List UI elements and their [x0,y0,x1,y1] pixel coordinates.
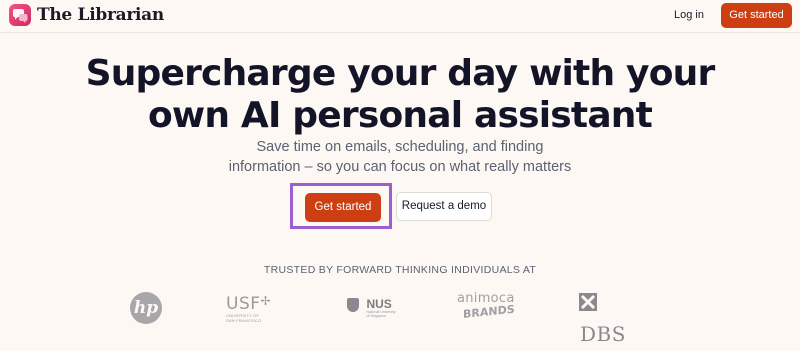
nav-get-started-button[interactable]: Get started [721,3,792,28]
usf-logo-line-2: SAN FRANCISCO [226,318,262,323]
dbs-logo: DBS [578,292,650,346]
get-started-button[interactable]: Get started [305,193,381,222]
nus-logo-line-2: of Singapore [366,314,387,318]
nus-logo-text: NUS National University of Singapore [366,298,395,318]
hero-title-line-1: Supercharge your day with your [85,53,716,94]
crest-icon [347,298,359,312]
hero-subtitle-line-1: Save time on emails, scheduling, and fin… [256,139,544,155]
hp-logo: hp [130,292,164,326]
usf-logo-mark: USF✢ [226,292,286,313]
hero-title: Supercharge your day with your own AI pe… [0,53,800,137]
dbs-star-icon [578,292,598,317]
animoca-brands-logo: animoca BRANDS [457,292,521,326]
dbs-logo-mark: DBS [580,322,626,346]
top-nav: The Librarian Log in Get started [0,0,800,33]
nus-logo: NUS National University of Singapore [347,292,417,326]
hero-subtitle: Save time on emails, scheduling, and fin… [0,137,800,177]
brand[interactable]: The Librarian [9,4,164,26]
trusted-by-heading: TRUSTED BY FORWARD THINKING INDIVIDUALS … [263,264,537,276]
brand-name: The Librarian [37,5,164,25]
hero-subtitle-line-2: information – so you can focus on what r… [228,159,572,175]
usf-logo-text: USF [226,294,261,314]
usf-logo: USF✢ UNIVERSITY OF SAN FRANCISCO [226,292,286,326]
request-demo-button[interactable]: Request a demo [396,192,492,221]
nus-logo-mark: NUS [366,297,392,311]
cross-icon: ✢ [260,294,272,308]
chat-bubbles-icon [9,4,31,26]
hero-title-line-2: own AI personal assistant [147,95,653,136]
hp-logo-mark: hp [130,292,162,324]
login-link[interactable]: Log in [674,8,704,22]
